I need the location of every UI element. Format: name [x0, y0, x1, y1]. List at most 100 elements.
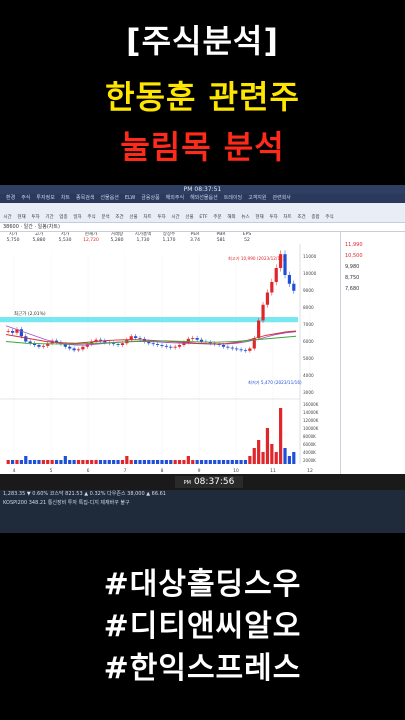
toolbar-button-21[interactable]: 조건 — [295, 214, 308, 222]
chart-svg[interactable]: 최근가 (2,01%) 최고가 10,990 (2023/12/11) 최저가 5,… — [0, 244, 340, 474]
toolbar-button-3[interactable]: 기간 — [43, 214, 56, 222]
toolbar-button-22[interactable]: 종합 — [309, 214, 322, 222]
toolbar-button-16[interactable]: 해외 — [225, 214, 238, 222]
volume-bar — [213, 460, 217, 464]
volume-bar — [235, 460, 239, 464]
toolbar-button-1[interactable]: 현재 — [15, 214, 28, 222]
volume-bar — [103, 460, 107, 464]
menu-item-3[interactable]: 차트 — [61, 195, 70, 201]
toolbar-button-19[interactable]: 투자 — [267, 214, 280, 222]
volume-bar — [177, 460, 182, 464]
toolbar-button-6[interactable]: 주식 — [85, 214, 98, 222]
volume-bar — [59, 460, 63, 464]
menu-item-1[interactable]: 주식 — [21, 195, 30, 201]
menu-item-7[interactable]: 금융상품 — [141, 195, 159, 201]
volume-bar — [116, 460, 120, 464]
volume-bar — [54, 460, 59, 464]
y-tick-label: 9000 — [303, 288, 314, 293]
right-panel-value: 9,980 — [345, 264, 359, 270]
volume-bar — [155, 460, 160, 464]
volume-bar — [217, 460, 221, 464]
volume-bar — [41, 460, 45, 464]
quote-cell-4: 거래량 5,280 — [110, 232, 124, 243]
candle-body — [6, 331, 10, 332]
y-tick-label: 3000 — [303, 390, 314, 395]
menu-item-2[interactable]: 투자정보 — [36, 195, 54, 201]
stock-chart[interactable]: 최근가 (2,01%) 최고가 10,990 (2023/12/11) 최저가 5,… — [0, 244, 340, 474]
candle-body — [274, 268, 278, 282]
menu-item-12[interactable]: 관련회사 — [273, 195, 291, 201]
volume-bar — [85, 460, 89, 464]
candle-body — [164, 345, 168, 347]
toolbar-button-12[interactable]: 시간 — [169, 214, 182, 222]
toolbar-button-5[interactable]: 일자 — [71, 214, 84, 222]
volume-bar — [182, 460, 186, 464]
y-tick-label: 7000 — [303, 322, 314, 327]
toolbar-button-15[interactable]: 주문 — [211, 214, 224, 222]
vol-tick-label: 4000K — [303, 450, 316, 455]
toolbar-button-23[interactable]: 주식 — [323, 214, 336, 222]
candle-body — [160, 345, 164, 346]
toolbar-button-13[interactable]: 선물 — [183, 214, 196, 222]
hashtag-list: #대상홀딩스우 #디티앤씨알오 #한익스프레스 — [0, 564, 405, 690]
hashtag-2[interactable]: #디티앤씨알오 — [0, 606, 405, 648]
volume-bar — [129, 460, 133, 464]
toolbar-button-0[interactable]: 시간 — [1, 214, 14, 222]
volume-bar — [173, 460, 177, 464]
candle-body — [239, 349, 243, 351]
candle-body — [120, 343, 125, 345]
menu-item-11[interactable]: 고객지원 — [248, 195, 266, 201]
toolbar-button-20[interactable]: 차트 — [281, 214, 294, 222]
volume-bar — [292, 452, 296, 464]
toolbar-button-11[interactable]: 투자 — [155, 214, 168, 222]
volume-bar — [151, 460, 155, 464]
candle-body — [134, 336, 138, 338]
volume-bar — [50, 460, 54, 464]
y-tick-label: 10000 — [303, 271, 317, 276]
menu-item-10[interactable]: 트레이딩 — [224, 195, 242, 201]
headline-title: [주식분석] — [125, 22, 279, 60]
toolbar-button-7[interactable]: 분석 — [99, 214, 112, 222]
candle-body — [257, 320, 261, 338]
menu-item-5[interactable]: 선물옵션 — [100, 195, 118, 201]
candle-body — [243, 350, 248, 352]
volume-bar — [169, 460, 173, 464]
toolbar-button-4[interactable]: 업종 — [57, 214, 70, 222]
candle-body — [10, 331, 15, 333]
toolbar-button-2[interactable]: 투자 — [29, 214, 42, 222]
toolbar-button-9[interactable]: 선물 — [127, 214, 140, 222]
candle-body — [177, 345, 182, 347]
volume-bar — [243, 460, 248, 464]
hashtag-3[interactable]: #한익스프레스 — [0, 648, 405, 690]
vol-tick-label: 16000K — [303, 402, 319, 407]
menu-item-9[interactable]: 해외선물옵션 — [190, 195, 218, 201]
volume-bar — [186, 456, 190, 464]
headline-subject: 한동훈 관련주 — [105, 78, 300, 116]
volume-bar — [142, 460, 147, 464]
menu-item-6[interactable]: ELW — [125, 195, 135, 201]
volume-bar — [6, 460, 10, 464]
market-ticker-bar: 1,283.35 ▼ 0.60% 코스닥 821.53 ▲ 0.32% 다우존스… — [0, 490, 405, 533]
y-tick-label: 8000 — [303, 305, 314, 310]
toolbar-button-8[interactable]: 조건 — [113, 214, 126, 222]
vol-tick-label: 14000K — [303, 410, 319, 415]
volume-bar — [147, 460, 151, 464]
quote-cell-9: EPS 52 — [242, 232, 252, 243]
vol-tick-label: 6000K — [303, 442, 316, 447]
toolbar-button-10[interactable]: 차트 — [141, 214, 154, 222]
toolbar-button-18[interactable]: 현재 — [253, 214, 266, 222]
clock-display: PM 08:37:56 — [175, 476, 243, 488]
toolbar-button-14[interactable]: ETF — [197, 214, 210, 222]
volume-bar — [270, 444, 274, 464]
menu-item-0[interactable]: 환경 — [6, 195, 15, 201]
toolbar-button-17[interactable]: 뉴스 — [239, 214, 252, 222]
hashtag-1[interactable]: #대상홀딩스우 — [0, 564, 405, 606]
y-tick-label: 4000 — [303, 373, 314, 378]
menu-item-4[interactable]: 종목검색 — [76, 195, 94, 201]
menu-item-8[interactable]: 해외주식 — [166, 195, 184, 201]
high-annotation: 최고가 10,990 (2023/12/11) — [228, 255, 285, 262]
chart-subbar[interactable]: 38600 · 일간 · 일봉(차트) — [0, 223, 405, 232]
volume-bar — [32, 460, 37, 464]
quote-cell-5: 시가총액 1,730 — [134, 232, 152, 243]
right-panel-value: 8,750 — [345, 275, 359, 281]
